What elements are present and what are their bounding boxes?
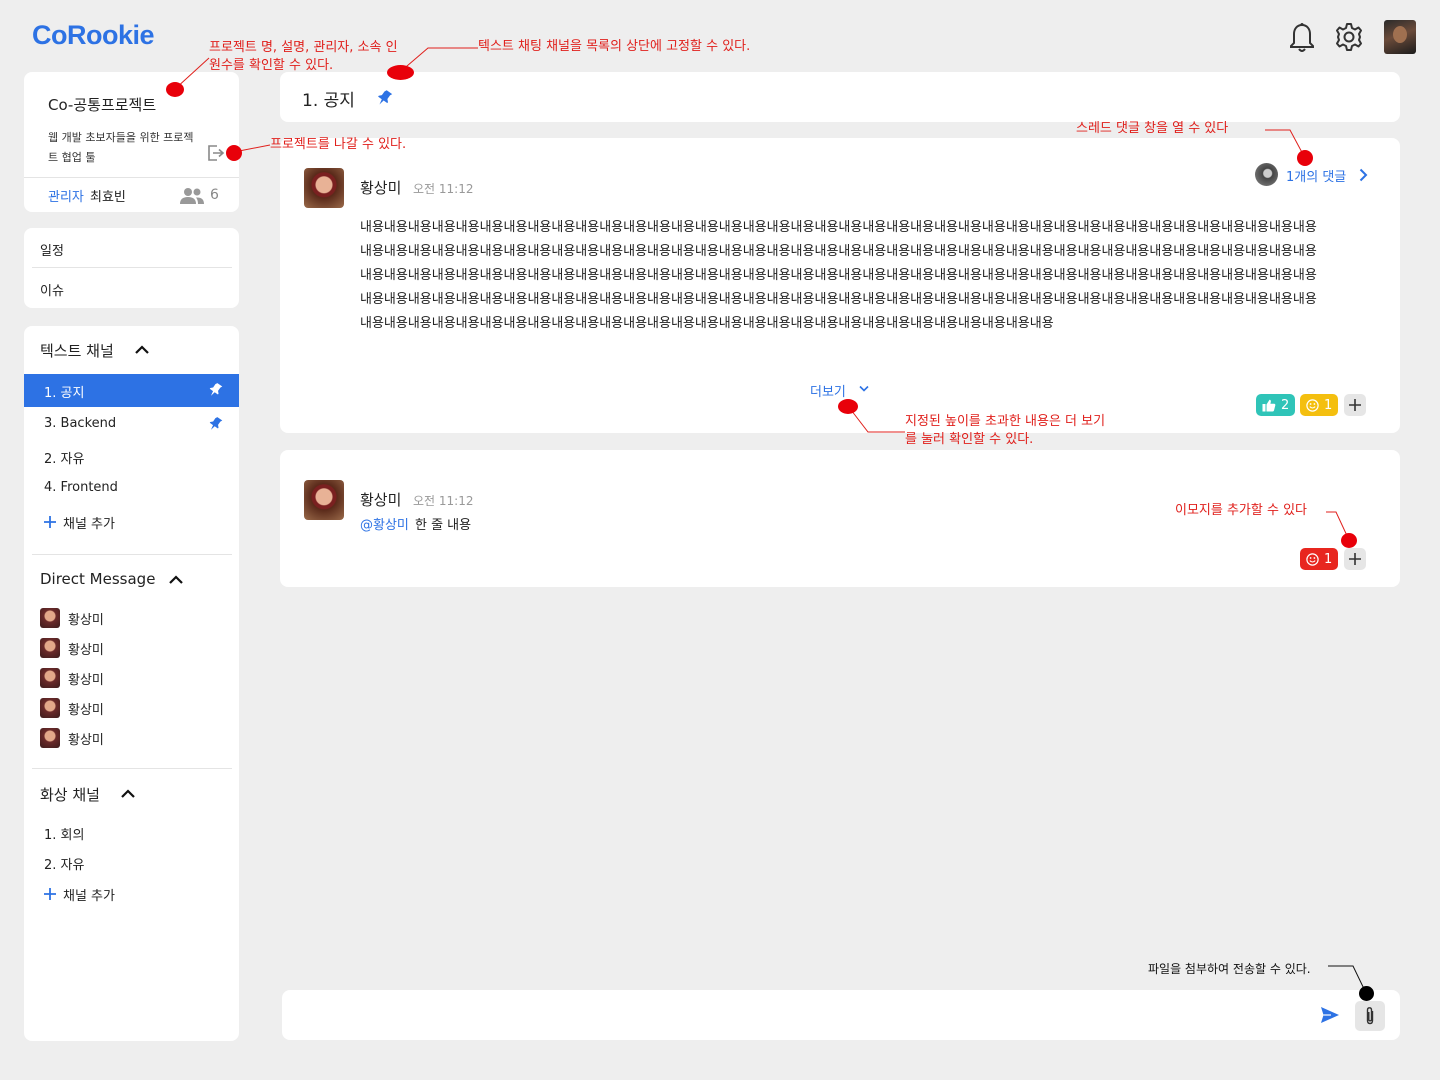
annotation-marker bbox=[1297, 150, 1313, 166]
video-channel-free[interactable]: 2. 자유 bbox=[44, 854, 84, 873]
avatar bbox=[40, 728, 60, 748]
channel-item-backend[interactable]: 3. Backend bbox=[44, 416, 116, 431]
chevron-up-icon[interactable] bbox=[121, 789, 135, 798]
annotation-emoji: 이모지를 추가할 수 있다 bbox=[1175, 503, 1307, 518]
thread-reply-link[interactable]: 1개의 댓글 bbox=[1286, 166, 1346, 185]
reaction-count: 1 bbox=[1324, 551, 1333, 567]
annotation-project-info: 프로젝트 명, 설명, 관리자, 소속 인원수를 확인할 수 있다. bbox=[209, 40, 398, 73]
add-reaction-button[interactable] bbox=[1344, 394, 1366, 416]
project-name: Co-공통프로젝트 bbox=[48, 96, 157, 114]
pin-icon[interactable] bbox=[375, 89, 393, 107]
reaction-count: 2 bbox=[1281, 397, 1290, 413]
annotation-leave-project: 프로젝트를 나갈 수 있다. bbox=[270, 137, 407, 152]
mention[interactable]: @황상미 bbox=[360, 514, 409, 533]
thumbs-up-icon bbox=[1262, 399, 1276, 411]
avatar[interactable] bbox=[304, 480, 344, 520]
app-logo[interactable]: CoRookie bbox=[32, 20, 155, 51]
people-icon bbox=[180, 188, 204, 204]
text-channel-heading: 텍스트 채널 bbox=[40, 342, 114, 360]
dm-user[interactable]: 황상미 bbox=[68, 669, 104, 688]
menu-item-issue[interactable]: 이슈 bbox=[40, 280, 64, 299]
message-author[interactable]: 황상미 bbox=[360, 489, 401, 510]
chevron-up-icon[interactable] bbox=[135, 345, 149, 354]
plus-icon bbox=[1349, 399, 1361, 411]
divider bbox=[32, 554, 232, 555]
channel-title: 1. 공지 bbox=[302, 91, 355, 111]
channel-item-frontend[interactable]: 4. Frontend bbox=[44, 480, 118, 495]
video-channel-meeting[interactable]: 1. 회의 bbox=[44, 824, 84, 843]
plus-icon[interactable] bbox=[44, 888, 56, 900]
pin-icon[interactable] bbox=[207, 416, 223, 432]
message-author[interactable]: 황상미 bbox=[360, 177, 401, 198]
member-count: 6 bbox=[210, 187, 219, 203]
project-card: Co-공통프로젝트 웹 개발 초보자들을 위한 프로젝트 협업 툴 관리자 최효… bbox=[24, 72, 239, 212]
smile-icon bbox=[1306, 552, 1319, 566]
avatar bbox=[40, 698, 60, 718]
show-more-button[interactable]: 더보기 bbox=[810, 381, 846, 400]
avatar[interactable] bbox=[304, 168, 344, 208]
message-composer bbox=[282, 990, 1400, 1040]
dm-user[interactable]: 황상미 bbox=[68, 609, 104, 628]
add-reaction-button[interactable] bbox=[1344, 548, 1366, 570]
divider bbox=[24, 177, 239, 178]
admin-label: 관리자 bbox=[48, 190, 84, 205]
message-card: 황상미 오전 11:12 1개의 댓글 내용내용내용내용내용내용내용내용내용내용… bbox=[280, 138, 1400, 433]
bell-icon[interactable] bbox=[1288, 22, 1316, 54]
annotation-marker bbox=[1359, 986, 1374, 1001]
dm-heading: Direct Message bbox=[40, 570, 156, 588]
project-description: 웹 개발 초보자들을 위한 프로젝트 협업 툴 bbox=[48, 131, 194, 164]
annotation-thread: 스레드 댓글 창을 열 수 있다 bbox=[1076, 121, 1229, 136]
admin-name: 최효빈 bbox=[90, 190, 126, 205]
reaction-count: 1 bbox=[1324, 397, 1333, 413]
annotation-marker bbox=[226, 145, 242, 161]
avatar bbox=[40, 638, 60, 658]
paperclip-icon bbox=[1366, 1007, 1374, 1025]
avatar bbox=[40, 668, 60, 688]
annotation-marker bbox=[838, 399, 858, 414]
annotation-marker bbox=[1341, 533, 1357, 548]
plus-icon bbox=[1349, 553, 1361, 565]
avatar bbox=[1255, 163, 1278, 186]
dm-user[interactable]: 황상미 bbox=[68, 699, 104, 718]
message-time: 오전 11:12 bbox=[413, 182, 474, 196]
annotation-attach: 파일을 첨부하여 전송할 수 있다. bbox=[1148, 962, 1311, 976]
annotation-show-more: 지정된 높이를 초과한 내용은 더 보기를 눌러 확인할 수 있다. bbox=[905, 414, 1106, 447]
dm-user[interactable]: 황상미 bbox=[68, 729, 104, 748]
send-icon[interactable] bbox=[1320, 1006, 1340, 1024]
reaction-smile[interactable]: 1 bbox=[1300, 548, 1339, 570]
pin-icon[interactable] bbox=[207, 382, 223, 398]
reaction-smile[interactable]: 1 bbox=[1300, 394, 1339, 416]
video-channel-heading: 화상 채널 bbox=[40, 786, 100, 804]
annotation-pin-channel: 텍스트 채팅 채널을 목록의 상단에 고정할 수 있다. bbox=[478, 39, 751, 54]
user-avatar[interactable] bbox=[1384, 20, 1416, 54]
menu-card: 일정 이슈 bbox=[24, 228, 239, 308]
gear-icon[interactable] bbox=[1334, 22, 1364, 52]
channel-sidebar: 텍스트 채널 1. 공지 3. Backend 2. 자유 4. Fronten… bbox=[24, 326, 239, 1041]
chevron-down-icon[interactable] bbox=[859, 385, 869, 392]
add-video-channel-button[interactable]: 채널 추가 bbox=[63, 885, 115, 904]
message-input[interactable] bbox=[298, 1000, 1308, 1030]
message-time: 오전 11:12 bbox=[413, 494, 474, 508]
plus-icon[interactable] bbox=[44, 516, 56, 528]
chevron-right-icon[interactable] bbox=[1359, 168, 1368, 182]
add-text-channel-button[interactable]: 채널 추가 bbox=[63, 513, 115, 532]
chevron-up-icon[interactable] bbox=[169, 575, 183, 584]
smile-icon bbox=[1306, 398, 1319, 412]
message-body: 한 줄 내용 bbox=[415, 518, 472, 533]
avatar bbox=[40, 608, 60, 628]
divider bbox=[32, 768, 232, 769]
attach-button[interactable] bbox=[1355, 1001, 1385, 1031]
message-body: 내용내용내용내용내용내용내용내용내용내용내용내용내용내용내용내용내용내용내용내용… bbox=[360, 220, 1317, 331]
reaction-thumbs-up[interactable]: 2 bbox=[1256, 394, 1296, 416]
menu-item-schedule[interactable]: 일정 bbox=[40, 240, 64, 259]
channel-header: 1. 공지 bbox=[280, 72, 1400, 122]
annotation-marker bbox=[166, 82, 184, 97]
channel-item-free[interactable]: 2. 자유 bbox=[44, 448, 84, 467]
dm-user[interactable]: 황상미 bbox=[68, 639, 104, 658]
divider bbox=[32, 267, 232, 268]
channel-item-notice[interactable]: 1. 공지 bbox=[44, 382, 84, 401]
exit-icon[interactable] bbox=[207, 144, 225, 162]
